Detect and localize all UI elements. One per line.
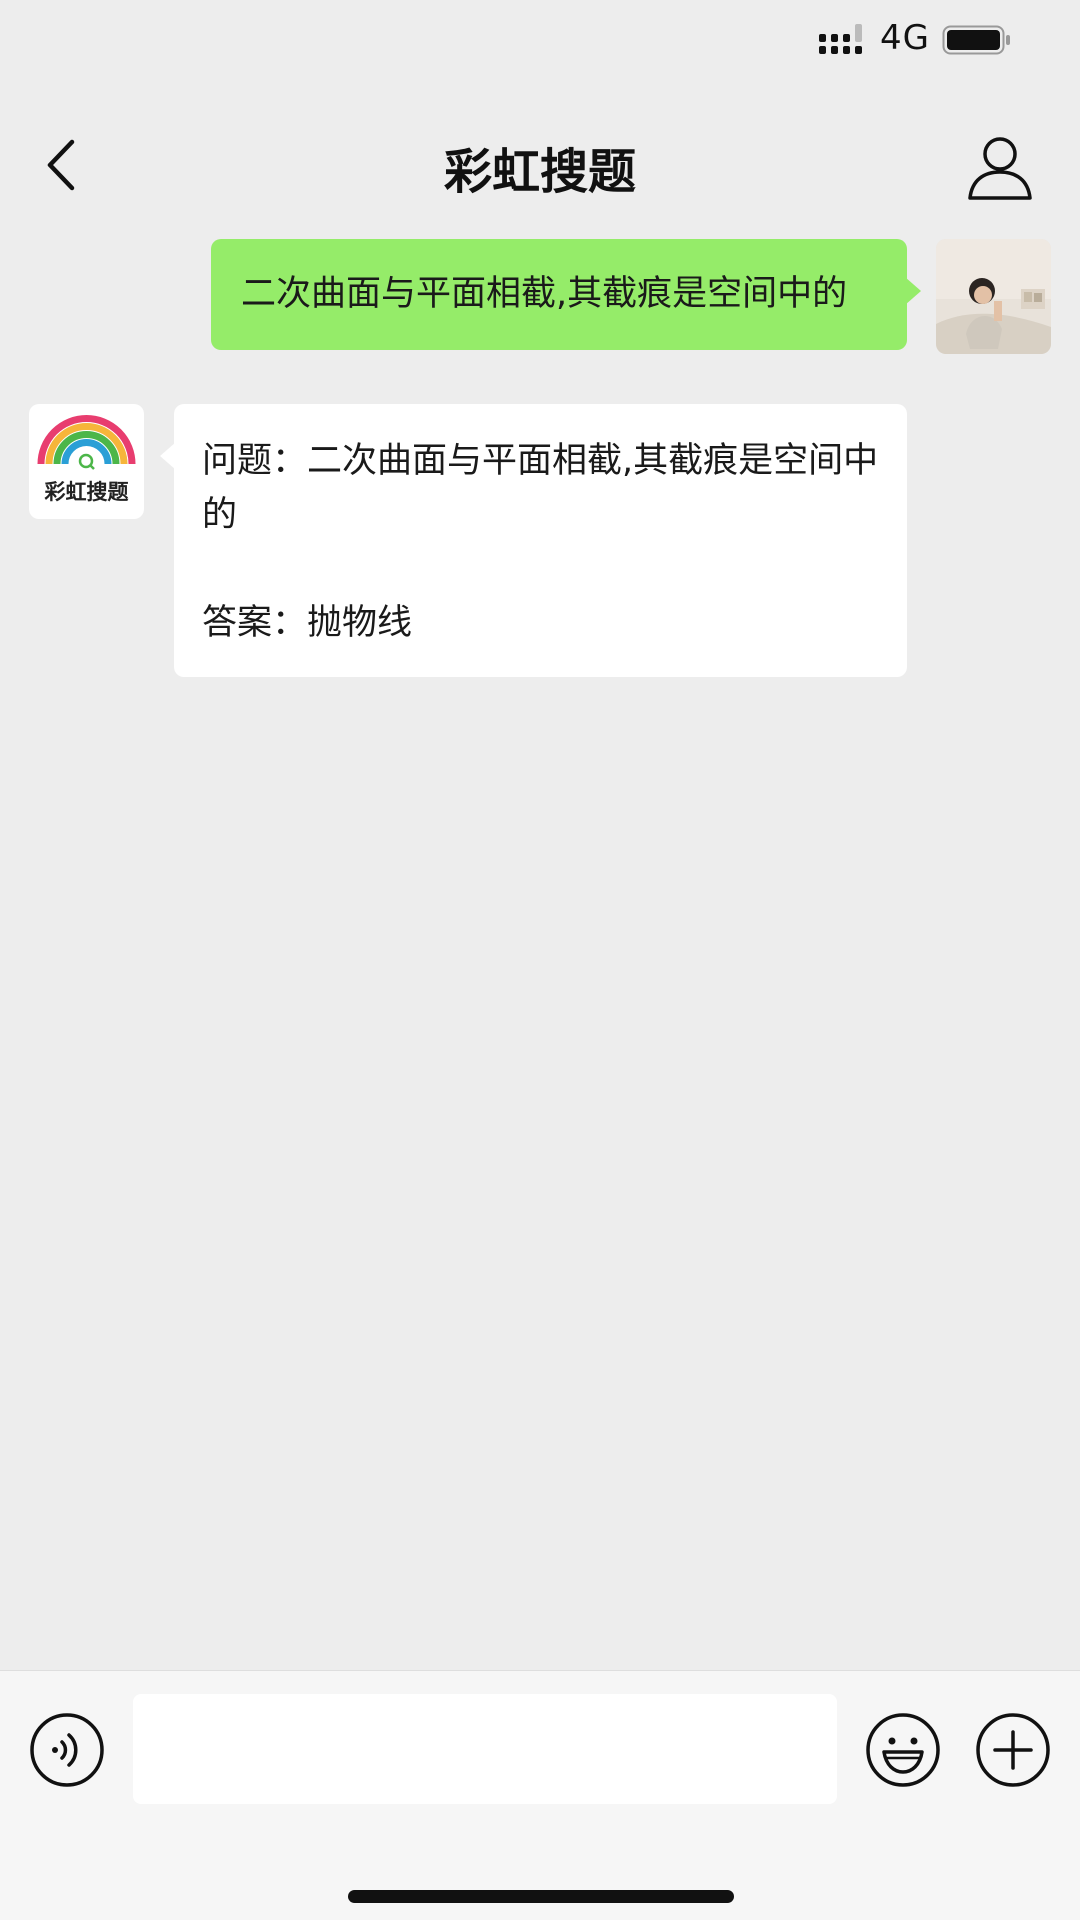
plus-icon[interactable] xyxy=(975,1712,1051,1788)
bot-logo-text: 彩虹搜题 xyxy=(44,480,129,504)
bot-message-bubble[interactable]: 问题：二次曲面与平面相截,其截痕是空间中的 答案：抛物线 xyxy=(160,404,907,677)
bot-avatar[interactable]: 彩虹搜题 xyxy=(29,404,144,519)
user-avatar[interactable] xyxy=(936,239,1051,354)
battery-icon xyxy=(942,25,1010,55)
message-input[interactable] xyxy=(133,1694,837,1804)
voice-icon[interactable] xyxy=(29,1712,105,1788)
network-label: 4G xyxy=(880,18,930,58)
bot-answer-text: 答案：抛物线 xyxy=(202,603,413,643)
message-row-bot: 彩虹搜题 问题：二次曲面与平面相截,其截痕是空间中的 答案：抛物线 xyxy=(0,404,1080,684)
input-bar xyxy=(0,1670,1080,1920)
user-message-bubble[interactable]: 二次曲面与平面相截,其截痕是空间中的 xyxy=(211,239,921,350)
signal-icon xyxy=(819,24,862,54)
bot-question-text: 问题：二次曲面与平面相截,其截痕是空间中的 xyxy=(202,441,879,535)
message-row-user: 二次曲面与平面相截,其截痕是空间中的 xyxy=(0,239,1080,359)
emoji-icon[interactable] xyxy=(865,1712,941,1788)
home-indicator[interactable] xyxy=(348,1890,734,1903)
avatar-photo-icon xyxy=(936,239,1051,354)
status-bar: 4G xyxy=(0,0,1080,84)
nav-bar: 彩虹搜题 xyxy=(0,110,1080,220)
page-title: 彩虹搜题 xyxy=(443,144,636,200)
profile-icon[interactable] xyxy=(960,128,1040,208)
